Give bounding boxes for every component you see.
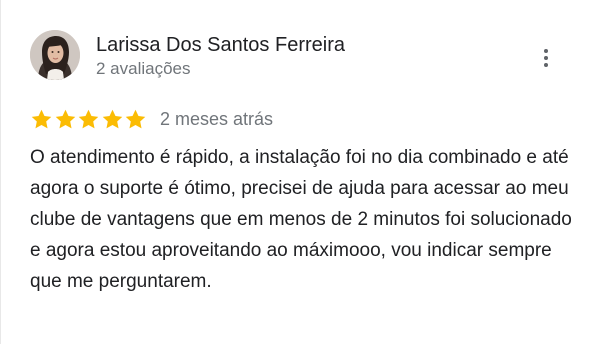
star-icon	[31, 109, 52, 128]
reviewer-review-count: 2 avaliações	[96, 59, 191, 78]
star-icon	[102, 109, 122, 128]
star-icon	[55, 109, 75, 128]
more-options-button[interactable]	[534, 44, 558, 72]
reviewer-avatar[interactable]	[30, 30, 80, 80]
review-date: 2 meses atrás	[160, 109, 274, 129]
star-icon	[125, 109, 146, 128]
review-text: O atendimento é rápido, a instalação foi…	[30, 147, 572, 292]
reviewer-name[interactable]: Larissa Dos Santos Ferreira	[96, 33, 345, 57]
more-vert-icon	[544, 49, 548, 67]
avatar-photo	[30, 30, 80, 80]
star-rating	[30, 107, 148, 131]
review-card: Larissa Dos Santos Ferreira 2 avaliações…	[0, 0, 590, 344]
star-icon	[78, 109, 99, 128]
